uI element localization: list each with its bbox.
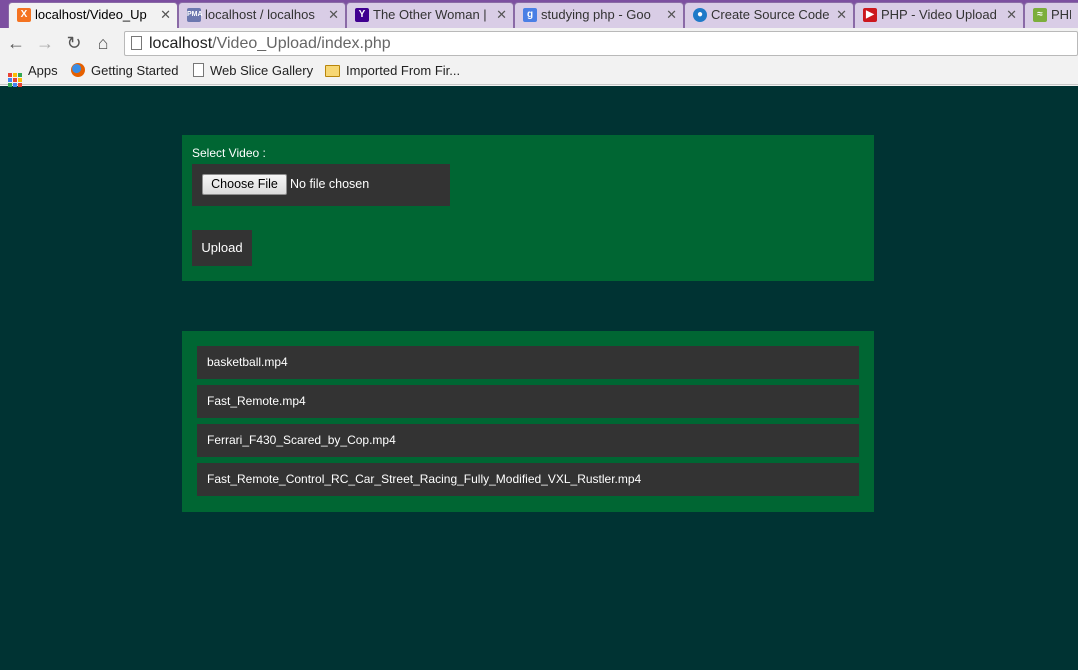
apps-grid-icon: [8, 73, 22, 87]
upload-form-panel: Select Video : Choose File No file chose…: [182, 135, 874, 281]
page-icon: [131, 36, 142, 50]
bookmark-label: Imported From Fir...: [346, 63, 461, 78]
tab-strip: X localhost/Video_Up ✕ PMA localhost / l…: [0, 0, 1078, 28]
video-list-item[interactable]: basketball.mp4: [197, 346, 859, 379]
browser-chrome: X localhost/Video_Up ✕ PMA localhost / l…: [0, 0, 1078, 87]
yahoo-icon: Y: [355, 8, 369, 22]
bookmark-web-slice-gallery[interactable]: Web Slice Gallery: [193, 63, 313, 79]
youtube-icon: ▶: [863, 8, 877, 22]
xampp-icon: X: [17, 8, 31, 22]
bookmark-label: Web Slice Gallery: [210, 63, 314, 78]
tab-label: The Other Woman |: [373, 7, 487, 22]
firefox-icon: [71, 63, 85, 77]
close-icon[interactable]: ✕: [1006, 3, 1017, 27]
bookmark-label: Apps: [28, 63, 58, 78]
tab-phpmyadmin[interactable]: PMA localhost / localhos ✕: [178, 2, 346, 28]
forward-arrow-icon[interactable]: →: [34, 32, 56, 54]
video-list-item[interactable]: Fast_Remote.mp4: [197, 385, 859, 418]
tab-label: localhost / localhos: [205, 7, 315, 22]
google-icon: g: [523, 8, 537, 22]
tab-label: localhost/Video_Up: [35, 7, 147, 22]
back-arrow-icon[interactable]: ←: [5, 32, 27, 54]
video-list-panel: basketball.mp4 Fast_Remote.mp4 Ferrari_F…: [182, 331, 874, 512]
close-icon[interactable]: ✕: [328, 3, 339, 27]
home-icon[interactable]: ⌂: [92, 32, 114, 54]
site-icon: ≈: [1033, 8, 1047, 22]
video-list-item[interactable]: Fast_Remote_Control_RC_Car_Street_Racing…: [197, 463, 859, 496]
choose-file-button[interactable]: Choose File: [202, 174, 287, 195]
drupal-icon: ●: [693, 8, 707, 22]
phpmyadmin-icon: PMA: [187, 8, 203, 22]
folder-icon: [325, 65, 340, 77]
select-video-label: Select Video :: [192, 146, 266, 160]
tab-label: studying php - Goo: [541, 7, 651, 22]
tab-label: PHP - Video Upload: [881, 7, 997, 22]
navigation-toolbar: ← → ↻ ⌂ localhost/Video_Upload/index.php: [0, 28, 1078, 58]
tab-video-upload[interactable]: X localhost/Video_Up ✕: [8, 2, 178, 28]
file-status-text: No file chosen: [290, 177, 370, 191]
close-icon[interactable]: ✕: [160, 3, 171, 27]
bookmark-getting-started[interactable]: Getting Started: [71, 63, 178, 79]
file-input[interactable]: Choose File No file chosen: [192, 164, 450, 206]
bookmark-label: Getting Started: [91, 63, 179, 78]
tab-youtube[interactable]: ▶ PHP - Video Upload ✕: [854, 2, 1024, 28]
tab-google[interactable]: g studying php - Goo ✕: [514, 2, 684, 28]
tab-label: PHP: [1051, 7, 1071, 22]
close-icon[interactable]: ✕: [666, 3, 677, 27]
tab-yahoo[interactable]: Y The Other Woman | ✕: [346, 2, 514, 28]
bookmarks-bar: Apps Getting Started Web Slice Gallery I…: [0, 58, 1078, 87]
video-list-item[interactable]: Ferrari_F430_Scared_by_Cop.mp4: [197, 424, 859, 457]
upload-button[interactable]: Upload: [192, 230, 252, 266]
tab-label: Create Source Code: [711, 7, 830, 22]
url-text: localhost/Video_Upload/index.php: [149, 35, 391, 52]
tab-source-code[interactable]: ● Create Source Code ✕: [684, 2, 854, 28]
bookmark-apps[interactable]: Apps: [8, 63, 58, 87]
reload-icon[interactable]: ↻: [63, 32, 85, 54]
address-bar[interactable]: localhost/Video_Upload/index.php: [124, 31, 1078, 56]
page-icon: [193, 63, 204, 77]
bookmark-imported-from-firefox[interactable]: Imported From Fir...: [325, 63, 460, 79]
tab-php[interactable]: ≈ PHP: [1024, 2, 1078, 28]
close-icon[interactable]: ✕: [836, 3, 847, 27]
close-icon[interactable]: ✕: [496, 3, 507, 27]
